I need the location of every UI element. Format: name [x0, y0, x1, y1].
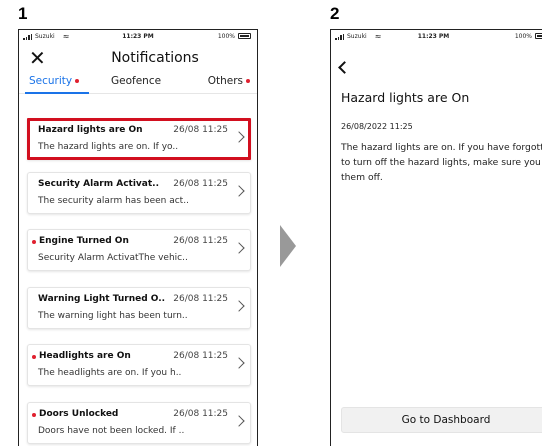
notification-time: 26/08 11:25 [173, 179, 228, 189]
chevron-right-icon [233, 415, 245, 427]
notification-preview: The headlights are on. If you h.. [38, 368, 182, 378]
unread-dot [32, 240, 36, 244]
status-bar: Suzuki ≈ 11:23 PM 100% [19, 30, 257, 46]
notification-card-headlights[interactable]: Headlights are On 26/08 11:25 The headli… [27, 344, 251, 386]
battery-icon [238, 33, 251, 39]
battery-percent: 100% [514, 33, 532, 40]
chevron-right-icon [233, 357, 245, 369]
notification-time: 26/08 11:25 [173, 409, 228, 419]
unread-dot [75, 79, 80, 83]
next-arrow-icon [280, 225, 296, 267]
step-number-1: 1 [18, 4, 28, 23]
notification-preview: The security alarm has been act.. [38, 196, 189, 206]
unread-dot [32, 413, 36, 417]
notification-preview: The hazard lights are on. If yo.. [38, 142, 179, 152]
notification-title: Engine Turned On [39, 236, 129, 246]
notification-title: Security Alarm Activat.. [38, 179, 159, 189]
notification-card-doors-unlocked[interactable]: Doors Unlocked 26/08 11:25 Doors have no… [27, 402, 251, 444]
tab-security[interactable]: Security [29, 75, 80, 87]
status-bar: Suzuki ≈ 11:23 PM 100% [331, 30, 542, 46]
battery-icon [535, 33, 542, 39]
detail-body: The hazard lights are on. If you have fo… [341, 142, 542, 183]
chevron-right-icon [233, 131, 245, 143]
notification-card-hazard-lights[interactable]: Hazard lights are On 26/08 11:25 The haz… [27, 118, 251, 160]
notification-tabs: Security Geofence Others [19, 72, 257, 94]
notification-title: Doors Unlocked [39, 409, 119, 419]
notification-card-warning-light[interactable]: Warning Light Turned O.. 26/08 11:25 The… [27, 287, 251, 329]
notification-title: Hazard lights are On [38, 125, 143, 135]
chevron-right-icon [233, 300, 245, 312]
battery-percent: 100% [217, 33, 235, 40]
chevron-right-icon [233, 185, 245, 197]
notification-preview: Security Alarm ActivatThe vehic.. [38, 253, 188, 263]
notification-time: 26/08 11:25 [173, 351, 228, 361]
notification-card-security-alarm[interactable]: Security Alarm Activat.. 26/08 11:25 The… [27, 172, 251, 214]
notification-card-engine-on[interactable]: Engine Turned On 26/08 11:25 Security Al… [27, 229, 251, 271]
tab-others[interactable]: Others [208, 75, 250, 87]
tab-geofence[interactable]: Geofence [111, 75, 161, 87]
page-title: Notifications [111, 50, 199, 66]
unread-dot [32, 355, 36, 359]
notification-title: Headlights are On [39, 351, 131, 361]
phone-screen-notifications: Suzuki ≈ 11:23 PM 100% ✕ Notifications S… [18, 29, 258, 446]
phone-screen-detail: Suzuki ≈ 11:23 PM 100% Hazard lights are… [330, 29, 542, 446]
unread-dot [246, 79, 250, 83]
go-to-dashboard-button[interactable]: Go to Dashboard [341, 407, 542, 433]
notification-time: 26/08 11:25 [173, 294, 228, 304]
chevron-right-icon [233, 242, 245, 254]
step-number-2: 2 [330, 4, 340, 23]
detail-date: 26/08/2022 11:25 [341, 122, 413, 131]
notification-time: 26/08 11:25 [173, 236, 228, 246]
detail-title: Hazard lights are On [341, 90, 470, 105]
notification-preview: Doors have not been locked. If .. [38, 426, 185, 436]
notification-title: Warning Light Turned O.. [38, 294, 166, 304]
back-icon[interactable] [338, 61, 351, 74]
status-time: 11:23 PM [417, 33, 450, 40]
notifications-header: ✕ Notifications [19, 46, 257, 72]
active-tab-indicator [25, 92, 89, 94]
notification-time: 26/08 11:25 [173, 125, 228, 135]
notification-preview: The warning light has been turn.. [38, 311, 188, 321]
